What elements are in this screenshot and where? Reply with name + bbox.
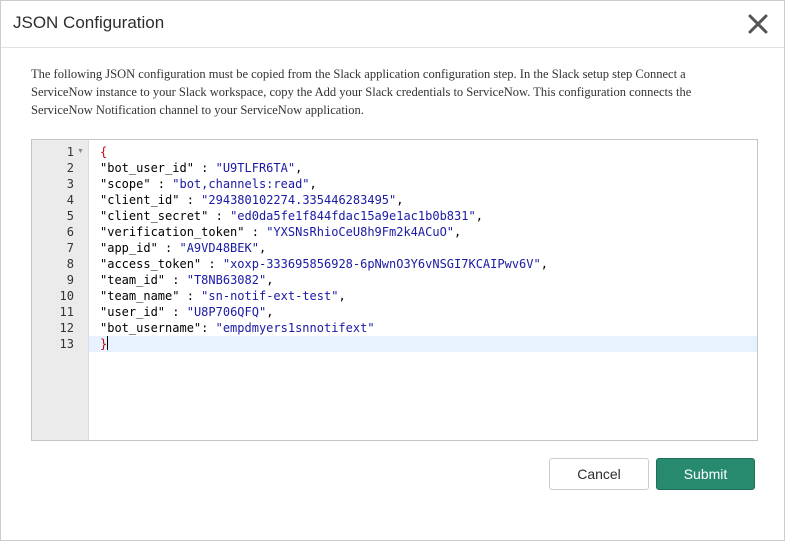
code-line: "access_token" : "xoxp-333695856928-6pNw… <box>89 256 757 272</box>
code-line: "bot_username": "empdmyers1snnotifext" <box>89 320 757 336</box>
line-number: 10 <box>59 289 74 303</box>
code-line-text: "team_id" : "T8NB63082", <box>100 272 273 288</box>
json-value: "bot,channels:read" <box>172 177 310 191</box>
json-comma: , <box>454 225 462 239</box>
code-line: "user_id" : "U8P706QFQ", <box>89 304 757 320</box>
code-line: "team_id" : "T8NB63082", <box>89 272 757 288</box>
line-number-gutter: 1 2 3 4 5 6 7 8 9 10 11 12 13 ▼ <box>32 140 89 440</box>
code-line: "verification_token" : "YXSNsRhioCeU8h9F… <box>89 224 757 240</box>
json-key: "scope" <box>100 177 151 191</box>
code-line-text: "access_token" : "xoxp-333695856928-6pNw… <box>100 256 548 272</box>
json-value: "ed0da5fe1f844fdac15a9e1ac1b0b831" <box>230 209 476 223</box>
json-separator: : <box>179 193 202 207</box>
json-key: "client_id" <box>100 193 180 207</box>
json-comma: , <box>540 257 548 271</box>
json-separator: : <box>193 161 216 175</box>
json-separator: : <box>244 225 267 239</box>
line-number: 12 <box>59 321 74 335</box>
json-separator: : <box>208 209 231 223</box>
json-separator: : <box>165 305 187 319</box>
dialog-header: JSON Configuration <box>1 1 784 48</box>
open-brace: { <box>100 145 108 159</box>
json-separator: : <box>201 257 223 271</box>
code-line: } <box>89 336 757 352</box>
fold-triangle-icon[interactable]: ▼ <box>77 144 84 160</box>
json-value: "294380102274.335446283495" <box>201 193 397 207</box>
json-separator: : <box>179 289 202 303</box>
line-number: 3 <box>66 177 74 191</box>
line-number: 5 <box>66 209 74 223</box>
json-value: "YXSNsRhioCeU8h9Fm2k4ACuO" <box>266 225 455 239</box>
close-button[interactable] <box>746 12 770 36</box>
code-line: "bot_user_id" : "U9TLFR6TA", <box>89 160 757 176</box>
json-comma: , <box>396 193 404 207</box>
code-line-text: "verification_token" : "YXSNsRhioCeU8h9F… <box>100 224 461 240</box>
json-key: "bot_username" <box>100 321 202 335</box>
json-value: "U8P706QFQ" <box>186 305 267 319</box>
line-number: 8 <box>66 257 74 271</box>
line-number: 6 <box>66 225 74 239</box>
line-number: 4 <box>66 193 74 207</box>
code-line-text: } <box>100 336 109 352</box>
code-line: "client_id" : "294380102274.335446283495… <box>89 192 757 208</box>
json-separator: : <box>157 241 180 255</box>
code-line-text: "client_secret" : "ed0da5fe1f844fdac15a9… <box>100 208 483 224</box>
json-key: "bot_user_id" <box>100 161 194 175</box>
line-number: 11 <box>59 305 74 319</box>
json-value: "empdmyers1snnotifext" <box>215 321 375 335</box>
json-comma: , <box>475 209 483 223</box>
json-key: "access_token" <box>100 257 202 271</box>
close-brace: } <box>100 337 108 351</box>
submit-button[interactable]: Submit <box>656 458 755 490</box>
json-separator: : <box>165 273 187 287</box>
code-line: { <box>89 144 757 160</box>
line-number: 13 <box>59 337 74 351</box>
json-comma: , <box>338 289 346 303</box>
json-key: "verification_token" <box>100 225 245 239</box>
code-line-text: "client_id" : "294380102274.335446283495… <box>100 192 403 208</box>
code-line: "client_secret" : "ed0da5fe1f844fdac15a9… <box>89 208 757 224</box>
line-number: 2 <box>66 161 74 175</box>
json-value: "xoxp-333695856928-6pNwnO3Y6vNSGI7KCAIPw… <box>222 257 541 271</box>
json-value: "sn-notif-ext-test" <box>201 289 339 303</box>
json-code-editor[interactable]: 1 2 3 4 5 6 7 8 9 10 11 12 13 ▼ {"bot_user_id" : "U9T… <box>31 139 758 441</box>
json-comma: , <box>266 273 274 287</box>
json-value: "A9VD48BEK" <box>179 241 259 255</box>
code-line-text: "scope" : "bot,channels:read", <box>100 176 317 192</box>
json-configuration-dialog: JSON Configuration The following JSON co… <box>0 0 785 541</box>
cancel-button[interactable]: Cancel <box>549 458 649 490</box>
json-key: "app_id" <box>100 241 158 255</box>
json-key: "team_name" <box>100 289 180 303</box>
dialog-title: JSON Configuration <box>13 13 165 32</box>
code-line-text: "bot_user_id" : "U9TLFR6TA", <box>100 160 302 176</box>
code-area[interactable]: {"bot_user_id" : "U9TLFR6TA", "scope" : "… <box>89 140 757 440</box>
json-key: "client_secret" <box>100 209 209 223</box>
text-cursor <box>107 336 109 350</box>
code-line: "app_id" : "A9VD48BEK", <box>89 240 757 256</box>
json-key: "user_id" <box>100 305 166 319</box>
code-line-text: "bot_username": "empdmyers1snnotifext" <box>100 320 375 336</box>
close-x-icon <box>748 14 768 34</box>
json-comma: , <box>295 161 303 175</box>
code-line: "team_name" : "sn-notif-ext-test", <box>89 288 757 304</box>
json-value: "U9TLFR6TA" <box>215 161 296 175</box>
json-comma: , <box>266 305 274 319</box>
json-comma: , <box>258 241 267 255</box>
line-number: 7 <box>66 241 74 255</box>
code-line: "scope" : "bot,channels:read", <box>89 176 757 192</box>
code-line-text: "user_id" : "U8P706QFQ", <box>100 304 273 320</box>
line-number: 9 <box>66 273 74 287</box>
json-separator: : <box>150 177 173 191</box>
json-value: "T8NB63082" <box>186 273 267 287</box>
code-line-text: "team_name" : "sn-notif-ext-test", <box>100 288 346 304</box>
json-comma: , <box>309 177 317 191</box>
line-number: 1 <box>66 145 74 159</box>
code-line-text: "app_id" : "A9VD48BEK", <box>100 240 266 256</box>
dialog-description: The following JSON configuration must be… <box>31 67 692 117</box>
json-key: "team_id" <box>100 273 166 287</box>
code-line-text: { <box>100 144 107 160</box>
json-separator: : <box>201 321 216 335</box>
